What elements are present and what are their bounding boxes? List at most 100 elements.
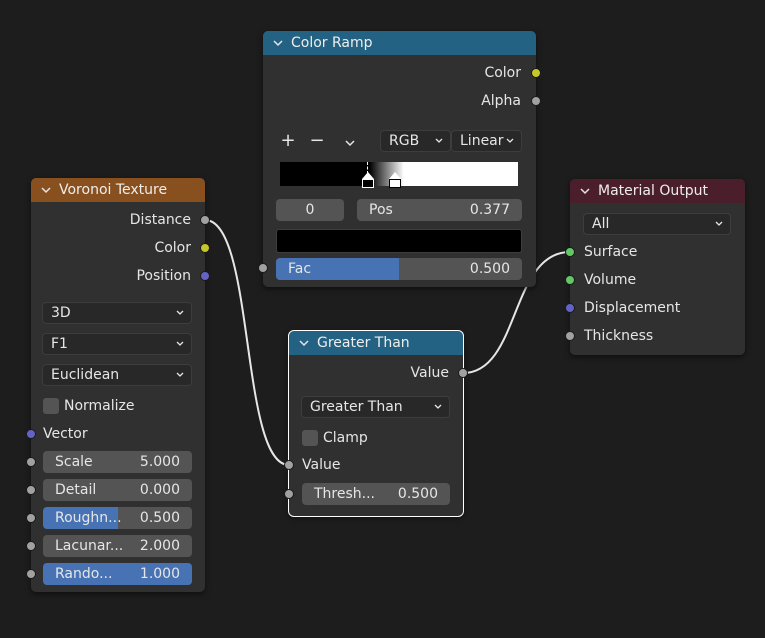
volume-row: Volume: [584, 269, 636, 291]
add-stop-button[interactable]: +: [280, 130, 296, 151]
input-surface-socket[interactable]: [565, 247, 575, 257]
interpolation-value: Linear: [460, 133, 504, 149]
operation-dropdown[interactable]: Greater Than: [301, 396, 450, 418]
clamp-label: Clamp: [323, 430, 368, 446]
chevron-down-icon: [506, 138, 514, 143]
scale-label: Scale: [55, 454, 93, 470]
normalize-row: Normalize: [64, 395, 135, 417]
input-lacunarity-socket[interactable]: [26, 541, 36, 551]
material-output-header[interactable]: Material Output: [570, 179, 745, 203]
input-randomness-socket[interactable]: [26, 569, 36, 579]
chevron-down-icon[interactable]: [578, 184, 592, 198]
stop-color-swatch[interactable]: [276, 229, 522, 253]
scale-field[interactable]: Scale 5.000: [43, 451, 192, 473]
roughness-slider[interactable]: Roughn... 0.500: [43, 507, 192, 529]
surface-row: Surface: [584, 241, 637, 263]
input-vector-socket[interactable]: [26, 429, 36, 439]
feature-dropdown[interactable]: F1: [42, 333, 192, 355]
chevron-down-icon: [176, 372, 184, 377]
fac-label: Fac: [288, 261, 312, 277]
stop-index-field[interactable]: 0: [276, 199, 344, 221]
input-scale-socket[interactable]: [26, 457, 36, 467]
input-value-row: Value: [302, 454, 340, 476]
target-dropdown[interactable]: All: [583, 213, 731, 235]
color-mode-dropdown[interactable]: RGB: [380, 130, 451, 152]
chevron-down-icon: [715, 221, 723, 226]
target-value: All: [592, 216, 610, 232]
chevron-down-icon[interactable]: [39, 183, 53, 197]
scale-value: 5.000: [139, 454, 180, 470]
ramp-menu-chevron-icon[interactable]: [343, 136, 357, 150]
thickness-label: Thickness: [584, 328, 654, 344]
greater-than-node[interactable]: Greater Than Value Greater Than Clamp Va…: [284, 330, 468, 517]
detail-field[interactable]: Detail 0.000: [43, 479, 192, 501]
thickness-row: Thickness: [584, 325, 653, 347]
normalize-label: Normalize: [64, 398, 135, 414]
remove-stop-button[interactable]: −: [309, 130, 325, 151]
material-output-node[interactable]: Material Output All Surface Volume Displ…: [565, 179, 745, 355]
input-thickness-socket[interactable]: [565, 331, 575, 341]
node-title: Voronoi Texture: [59, 182, 168, 198]
fac-slider[interactable]: Fac 0.500: [276, 258, 522, 280]
threshold-value: 0.500: [397, 486, 438, 502]
output-color-socket[interactable]: [531, 68, 541, 78]
output-alpha-socket[interactable]: [531, 96, 541, 106]
chevron-down-icon: [176, 310, 184, 315]
greater-than-header[interactable]: Greater Than: [289, 331, 463, 355]
lacunarity-value: 2.000: [139, 538, 180, 554]
input-detail-socket[interactable]: [26, 485, 36, 495]
output-value-row: Value: [289, 362, 449, 384]
clamp-checkbox[interactable]: [302, 430, 318, 446]
node-title: Material Output: [598, 183, 708, 199]
input-volume-socket[interactable]: [565, 275, 575, 285]
voronoi-texture-node[interactable]: Voronoi Texture Distance Color Position …: [26, 178, 210, 592]
chevron-down-icon[interactable]: [297, 336, 311, 350]
output-color-socket[interactable]: [200, 243, 210, 253]
color-stop-white[interactable]: [389, 172, 401, 189]
output-position-row: Position: [31, 265, 191, 287]
input-threshold-socket[interactable]: [284, 489, 294, 499]
distance-metric-dropdown[interactable]: Euclidean: [42, 364, 192, 386]
output-position-label: Position: [136, 268, 191, 284]
output-color-row: Color: [31, 237, 191, 259]
surface-label: Surface: [584, 244, 638, 260]
volume-label: Volume: [584, 272, 637, 288]
output-distance-row: Distance: [31, 209, 191, 231]
output-color-label: Color: [484, 65, 521, 81]
dimensions-dropdown[interactable]: 3D: [42, 302, 192, 324]
output-color-label: Color: [154, 240, 191, 256]
input-displacement-socket[interactable]: [565, 303, 575, 313]
vector-label: Vector: [43, 426, 88, 442]
voronoi-header[interactable]: Voronoi Texture: [31, 178, 205, 202]
distance-metric-value: Euclidean: [51, 367, 120, 383]
color-ramp-header[interactable]: Color Ramp: [263, 31, 536, 55]
output-distance-socket[interactable]: [200, 215, 210, 225]
roughness-value: 0.500: [139, 510, 180, 526]
lacunarity-field[interactable]: Lacunar... 2.000: [43, 535, 192, 557]
threshold-field[interactable]: Thresh... 0.500: [302, 483, 450, 505]
input-roughness-socket[interactable]: [26, 513, 36, 523]
chevron-down-icon[interactable]: [271, 36, 285, 50]
input-value-label: Value: [302, 457, 341, 473]
output-distance-label: Distance: [129, 212, 191, 228]
normalize-checkbox[interactable]: [43, 398, 59, 414]
pos-field[interactable]: Pos 0.377: [357, 199, 522, 221]
displacement-label: Displacement: [584, 300, 681, 316]
output-value-socket[interactable]: [458, 368, 468, 378]
feature-value: F1: [51, 336, 68, 352]
input-value-socket[interactable]: [284, 460, 294, 470]
node-title: Color Ramp: [291, 35, 373, 51]
output-color-row: Color: [263, 62, 521, 84]
output-alpha-row: Alpha: [263, 90, 521, 112]
interpolation-dropdown[interactable]: Linear: [451, 130, 522, 152]
clamp-row: Clamp: [323, 427, 368, 449]
operation-value: Greater Than: [310, 399, 403, 415]
color-ramp-node[interactable]: Color Ramp Color Alpha + − RGB Linear 0 …: [258, 31, 541, 287]
fac-value: 0.500: [469, 261, 510, 277]
detail-label: Detail: [55, 482, 97, 498]
color-stop-black[interactable]: [362, 162, 374, 189]
randomness-slider[interactable]: Rando... 1.000: [43, 563, 192, 585]
output-position-socket[interactable]: [200, 271, 210, 281]
output-value-label: Value: [410, 365, 449, 381]
input-fac-socket[interactable]: [258, 263, 268, 273]
